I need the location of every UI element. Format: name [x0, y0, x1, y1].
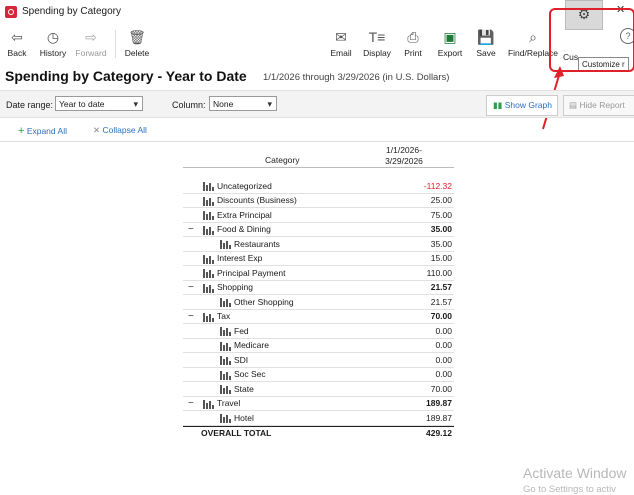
table-row[interactable]: Soc Sec 0.00 [183, 368, 454, 382]
delete-button[interactable]: 🗑 Delete [122, 26, 152, 58]
column-select[interactable]: None [209, 96, 277, 112]
floppy-disk-icon: 💾 [477, 29, 495, 45]
date-range-select[interactable]: Year to date [55, 96, 143, 112]
history-button[interactable]: ◷ History [37, 26, 69, 58]
title-bar: Spending by Category — ☐ ✕ [0, 0, 634, 24]
table-row[interactable]: − Shopping 21.57 [183, 281, 454, 295]
report-icon: ▤ [569, 100, 578, 110]
collapse-toggle-icon[interactable]: − [188, 398, 202, 409]
toolbar-divider [115, 30, 116, 58]
table-row[interactable]: Hotel 189.87 [183, 411, 454, 426]
bar-chart-icon: ▮▮ [493, 100, 503, 110]
expand-all-link[interactable]: + Expand All [18, 125, 67, 137]
display-button[interactable]: T≡ Display [362, 26, 392, 58]
bar-chart-icon [220, 240, 231, 251]
arrow-right-icon: ⇨ [85, 29, 97, 45]
excel-export-icon: ▣ [443, 29, 457, 45]
report-table: Uncategorized -112.32 Discounts (Busines… [183, 179, 454, 440]
table-row[interactable]: State 70.00 [183, 382, 454, 397]
table-row[interactable]: Other Shopping 21.57 [183, 295, 454, 310]
save-button[interactable]: 💾 Save [475, 26, 497, 58]
bar-chart-icon [203, 211, 214, 222]
window-title: Spending by Category [22, 6, 121, 17]
bar-chart-icon [220, 385, 231, 396]
clock-icon: ◷ [46, 29, 60, 45]
table-row[interactable]: Discounts (Business) 25.00 [183, 194, 454, 208]
bar-chart-icon [203, 283, 214, 295]
bar-chart-icon [203, 196, 214, 208]
email-button[interactable]: ✉ Email [329, 26, 353, 58]
plus-icon: + [18, 125, 25, 137]
show-graph-button[interactable]: ▮▮ Show Graph [486, 95, 558, 116]
collapse-all-link[interactable]: ✕ Collapse All [93, 125, 147, 136]
table-row[interactable]: Medicare 0.00 [183, 339, 454, 353]
bar-chart-icon [220, 414, 231, 425]
table-row[interactable]: SDI 0.00 [183, 353, 454, 368]
forward-button[interactable]: ⇨ Forward [73, 26, 109, 58]
report-subtitle: 1/1/2026 through 3/29/2026 (in U.S. Doll… [263, 72, 450, 83]
hide-report-button[interactable]: ▤ Hide Report [563, 95, 634, 116]
print-button[interactable]: ⎙ Print [402, 26, 424, 58]
column-label: Column: [172, 100, 206, 110]
report-title: Spending by Category - Year to Date [5, 68, 247, 84]
text-format-icon: T≡ [368, 29, 386, 45]
printer-icon: ⎙ [407, 29, 419, 45]
bar-chart-icon [220, 341, 231, 353]
collapse-toggle-icon[interactable]: − [188, 282, 202, 293]
table-row[interactable]: Interest Exp 15.00 [183, 252, 454, 266]
activation-watermark-sub: Go to Settings to activ [523, 484, 616, 495]
table-row[interactable]: Restaurants 35.00 [183, 237, 454, 252]
bar-chart-icon [220, 327, 231, 338]
table-row[interactable]: − Tax 70.00 [183, 310, 454, 324]
trash-icon: 🗑 [128, 29, 146, 45]
collapse-icon: ✕ [93, 125, 101, 135]
column-header-date: 1/1/2026- 3/29/2026 [385, 145, 423, 166]
bar-chart-icon [203, 254, 214, 266]
bar-chart-icon [220, 370, 231, 382]
filter-bar: Date range: Year to date Column: None ▮▮… [0, 90, 634, 118]
bar-chart-icon [220, 298, 231, 309]
total-row: OVERALL TOTAL 429.12 [183, 425, 454, 441]
date-range-label: Date range: [6, 100, 54, 110]
table-row[interactable]: Extra Principal 75.00 [183, 208, 454, 223]
table-row[interactable]: − Food & Dining 35.00 [183, 223, 454, 237]
table-row[interactable]: Uncategorized -112.32 [183, 179, 454, 194]
arrow-left-icon: ⇦ [11, 29, 23, 45]
bar-chart-icon [203, 269, 214, 280]
app-logo-icon [5, 6, 17, 18]
collapse-toggle-icon[interactable]: − [188, 311, 202, 322]
back-button[interactable]: ⇦ Back [6, 26, 28, 58]
collapse-toggle-icon[interactable]: − [188, 224, 202, 235]
table-row[interactable]: − Travel 189.87 [183, 397, 454, 411]
export-button[interactable]: ▣ Export [436, 26, 464, 58]
envelope-icon: ✉ [335, 29, 347, 45]
activation-watermark: Activate Window [523, 465, 627, 481]
column-header-category: Category [265, 155, 300, 165]
table-row[interactable]: Principal Payment 110.00 [183, 266, 454, 281]
bar-chart-icon [203, 399, 214, 411]
header-underline [183, 167, 454, 168]
bar-chart-icon [203, 312, 214, 324]
table-row[interactable]: Fed 0.00 [183, 324, 454, 339]
section-divider [0, 141, 634, 142]
bar-chart-icon [203, 182, 214, 193]
bar-chart-icon [203, 225, 214, 237]
bar-chart-icon [220, 356, 231, 367]
